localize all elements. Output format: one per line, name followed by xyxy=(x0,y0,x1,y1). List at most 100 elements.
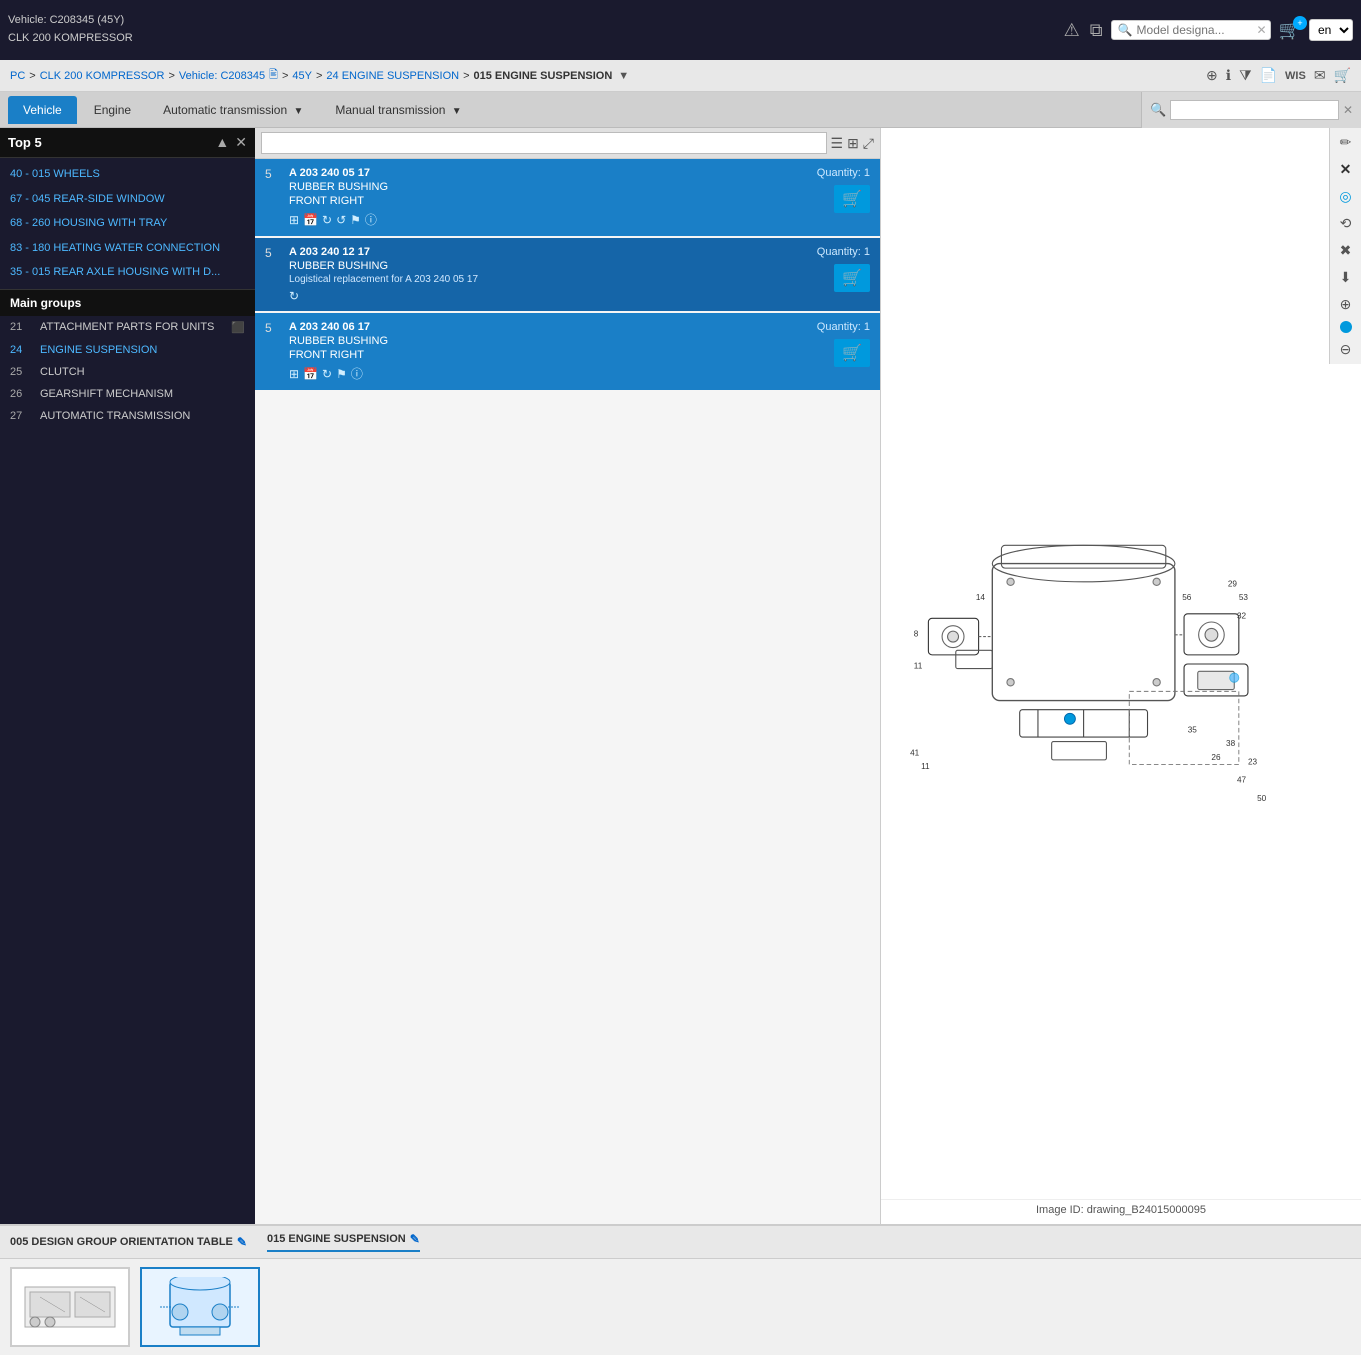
breadcrumb-45y[interactable]: 45Y xyxy=(292,70,312,82)
breadcrumb-tools: ⊕ ℹ ⧩ 📄 WIS ✉ 🛒 xyxy=(1206,67,1351,84)
zoom-in-icon[interactable]: ⊕ xyxy=(1206,67,1218,84)
part-actions-3: ⊞ 📅 ↻ ⚑ ⓘ xyxy=(289,365,809,382)
cross-icon[interactable]: ✖ xyxy=(1338,240,1354,261)
thumbnail-1[interactable] xyxy=(10,1267,130,1347)
flag-icon-1[interactable]: ⚑ xyxy=(350,213,361,227)
expand-icon[interactable]: ⤢ xyxy=(863,135,874,152)
thumbnail-2[interactable] xyxy=(140,1267,260,1347)
label-53: 53 xyxy=(1239,593,1249,602)
qty-label-1: Quantity: 1 xyxy=(817,167,870,179)
cart-btn-3[interactable]: 🛒 xyxy=(834,339,870,367)
group-item-25[interactable]: 25 CLUTCH xyxy=(0,361,255,383)
tab-vehicle[interactable]: Vehicle xyxy=(8,96,77,124)
wis-icon[interactable]: WIS xyxy=(1285,70,1306,82)
top5-item-2[interactable]: 67 - 045 REAR-SIDE WINDOW xyxy=(0,187,255,212)
group-label-26: GEARSHIFT MECHANISM xyxy=(40,388,245,400)
bottom-tab-1-edit-icon[interactable]: ✎ xyxy=(237,1235,247,1249)
top5-header: Top 5 ▲ ✕ xyxy=(0,128,255,158)
label-26: 26 xyxy=(1211,752,1221,761)
nav-search-clear[interactable]: ✕ xyxy=(1343,103,1353,117)
label-47: 47 xyxy=(1237,775,1247,784)
bottom-tab-2-edit-icon[interactable]: ✎ xyxy=(410,1232,420,1246)
breadcrumb-vehicle[interactable]: Vehicle: C208345 xyxy=(179,70,265,82)
group-item-24[interactable]: 24 ENGINE SUSPENSION xyxy=(0,339,255,361)
cart-btn-2[interactable]: 🛒 xyxy=(834,264,870,292)
top5-collapse[interactable]: ▲ xyxy=(215,134,229,151)
flag-icon-3[interactable]: ⚑ xyxy=(336,367,347,381)
part-item-2[interactable]: 5 A 203 240 12 17 RUBBER BUSHING Logisti… xyxy=(255,238,880,311)
edit-diagram-icon[interactable]: ✏ xyxy=(1338,132,1354,153)
group-item-27[interactable]: 27 AUTOMATIC TRANSMISSION xyxy=(0,405,255,427)
qty-label-2: Quantity: 1 xyxy=(817,246,870,258)
vehicle-info: Vehicle: C208345 (45Y) CLK 200 KOMPRESSO… xyxy=(8,12,133,47)
bottom-tab-2-label: 015 ENGINE SUSPENSION xyxy=(267,1233,406,1245)
info-icon-3[interactable]: ⓘ xyxy=(351,365,363,382)
bottom-tab-1[interactable]: 005 DESIGN GROUP ORIENTATION TABLE ✎ xyxy=(10,1235,247,1249)
language-select[interactable]: en xyxy=(1309,19,1353,41)
bc-vehicle-icon[interactable]: 🖹 xyxy=(269,66,278,85)
model-search-input[interactable] xyxy=(1137,23,1257,37)
vehicle-line1: Vehicle: C208345 (45Y) xyxy=(8,12,133,30)
part-item-1[interactable]: 5 A 203 240 05 17 RUBBER BUSHING FRONT R… xyxy=(255,159,880,236)
cart-bc-icon[interactable]: 🛒 xyxy=(1334,67,1351,84)
top5-item-5[interactable]: 35 - 015 REAR AXLE HOUSING WITH D... xyxy=(0,260,255,285)
center-search-input[interactable] xyxy=(261,132,827,154)
cart-btn-1[interactable]: 🛒 xyxy=(834,185,870,213)
breadcrumb-dropdown-icon[interactable]: ▼ xyxy=(618,70,629,82)
breadcrumb-pc[interactable]: PC xyxy=(10,70,25,82)
calendar-icon-3[interactable]: 📅 xyxy=(303,367,318,381)
table-icon-3[interactable]: ⊞ xyxy=(289,367,299,381)
list-view-icon[interactable]: ☰ xyxy=(831,135,844,152)
refresh-icon-2[interactable]: ↻ xyxy=(289,289,299,303)
model-search-bar[interactable]: 🔍 ✕ xyxy=(1111,20,1271,40)
tab-manual-transmission[interactable]: Manual transmission ▼ xyxy=(320,96,476,124)
document-icon[interactable]: 📄 xyxy=(1260,67,1277,84)
mail-icon[interactable]: ✉ xyxy=(1314,67,1326,84)
center-toolbar: ☰ ⊞ ⤢ xyxy=(255,128,880,159)
clear-search-icon[interactable]: ✕ xyxy=(1257,23,1267,37)
tab-engine[interactable]: Engine xyxy=(79,96,146,124)
table-icon-1[interactable]: ⊞ xyxy=(289,213,299,227)
group-item-21[interactable]: 21 ATTACHMENT PARTS FOR UNITS ⬛ xyxy=(0,316,255,339)
top5-item-3[interactable]: 68 - 260 HOUSING WITH TRAY xyxy=(0,211,255,236)
info-icon[interactable]: ℹ xyxy=(1226,67,1231,84)
part-num-2: 5 xyxy=(265,246,281,260)
manual-trans-arrow: ▼ xyxy=(452,106,462,117)
top5-title: Top 5 xyxy=(8,135,42,150)
target-icon[interactable]: ◎ xyxy=(1337,186,1353,207)
tab-automatic-transmission[interactable]: Automatic transmission ▼ xyxy=(148,96,318,124)
bottom-tab-2[interactable]: 015 ENGINE SUSPENSION ✎ xyxy=(267,1232,420,1252)
calendar-icon-1[interactable]: 📅 xyxy=(303,213,318,227)
refresh-icon-1b[interactable]: ↺ xyxy=(336,213,346,227)
top5-item-1[interactable]: 40 - 015 WHEELS xyxy=(0,162,255,187)
image-id: Image ID: drawing_B24015000095 xyxy=(881,1199,1361,1224)
group-item-26[interactable]: 26 GEARSHIFT MECHANISM xyxy=(0,383,255,405)
close-diagram-icon[interactable]: ✕ xyxy=(1338,159,1354,180)
breadcrumb-engine-suspension[interactable]: 24 ENGINE SUSPENSION xyxy=(326,70,459,82)
top5-close[interactable]: ✕ xyxy=(235,134,247,151)
label-50: 50 xyxy=(1257,793,1267,802)
download-icon[interactable]: ⬇ xyxy=(1338,267,1354,288)
label-35: 35 xyxy=(1188,725,1198,734)
history-icon[interactable]: ⟲ xyxy=(1338,213,1354,234)
nav-search-input[interactable] xyxy=(1170,100,1339,120)
part-sub-1: FRONT RIGHT xyxy=(289,195,809,207)
refresh-icon-1a[interactable]: ↻ xyxy=(322,213,332,227)
cart-icon-wrap[interactable]: 🛒 + xyxy=(1279,20,1301,41)
cart-badge: + xyxy=(1293,16,1307,30)
zoom-out-right-icon[interactable]: ⊖ xyxy=(1338,339,1354,360)
breadcrumb-clk[interactable]: CLK 200 KOMPRESSOR xyxy=(40,70,165,82)
part-name-2: RUBBER BUSHING xyxy=(289,260,809,272)
warning-icon[interactable]: ⚠ xyxy=(1064,20,1080,41)
grid-view-icon[interactable]: ⊞ xyxy=(847,135,859,152)
part-qty-3: Quantity: 1 🛒 xyxy=(817,321,870,367)
part-item-3[interactable]: 5 A 203 240 06 17 RUBBER BUSHING FRONT R… xyxy=(255,313,880,390)
info-icon-1[interactable]: ⓘ xyxy=(365,211,377,228)
copy-icon[interactable]: ⧉ xyxy=(1090,20,1103,41)
nav-area: Vehicle Engine Automatic transmission ▼ … xyxy=(0,92,1361,128)
top-bar-icons: ⚠ ⧉ xyxy=(1064,20,1103,41)
filter-icon[interactable]: ⧩ xyxy=(1239,67,1252,84)
zoom-in-right-icon[interactable]: ⊕ xyxy=(1338,294,1354,315)
refresh-icon-3[interactable]: ↻ xyxy=(322,367,332,381)
top5-item-4[interactable]: 83 - 180 HEATING WATER CONNECTION xyxy=(0,236,255,261)
